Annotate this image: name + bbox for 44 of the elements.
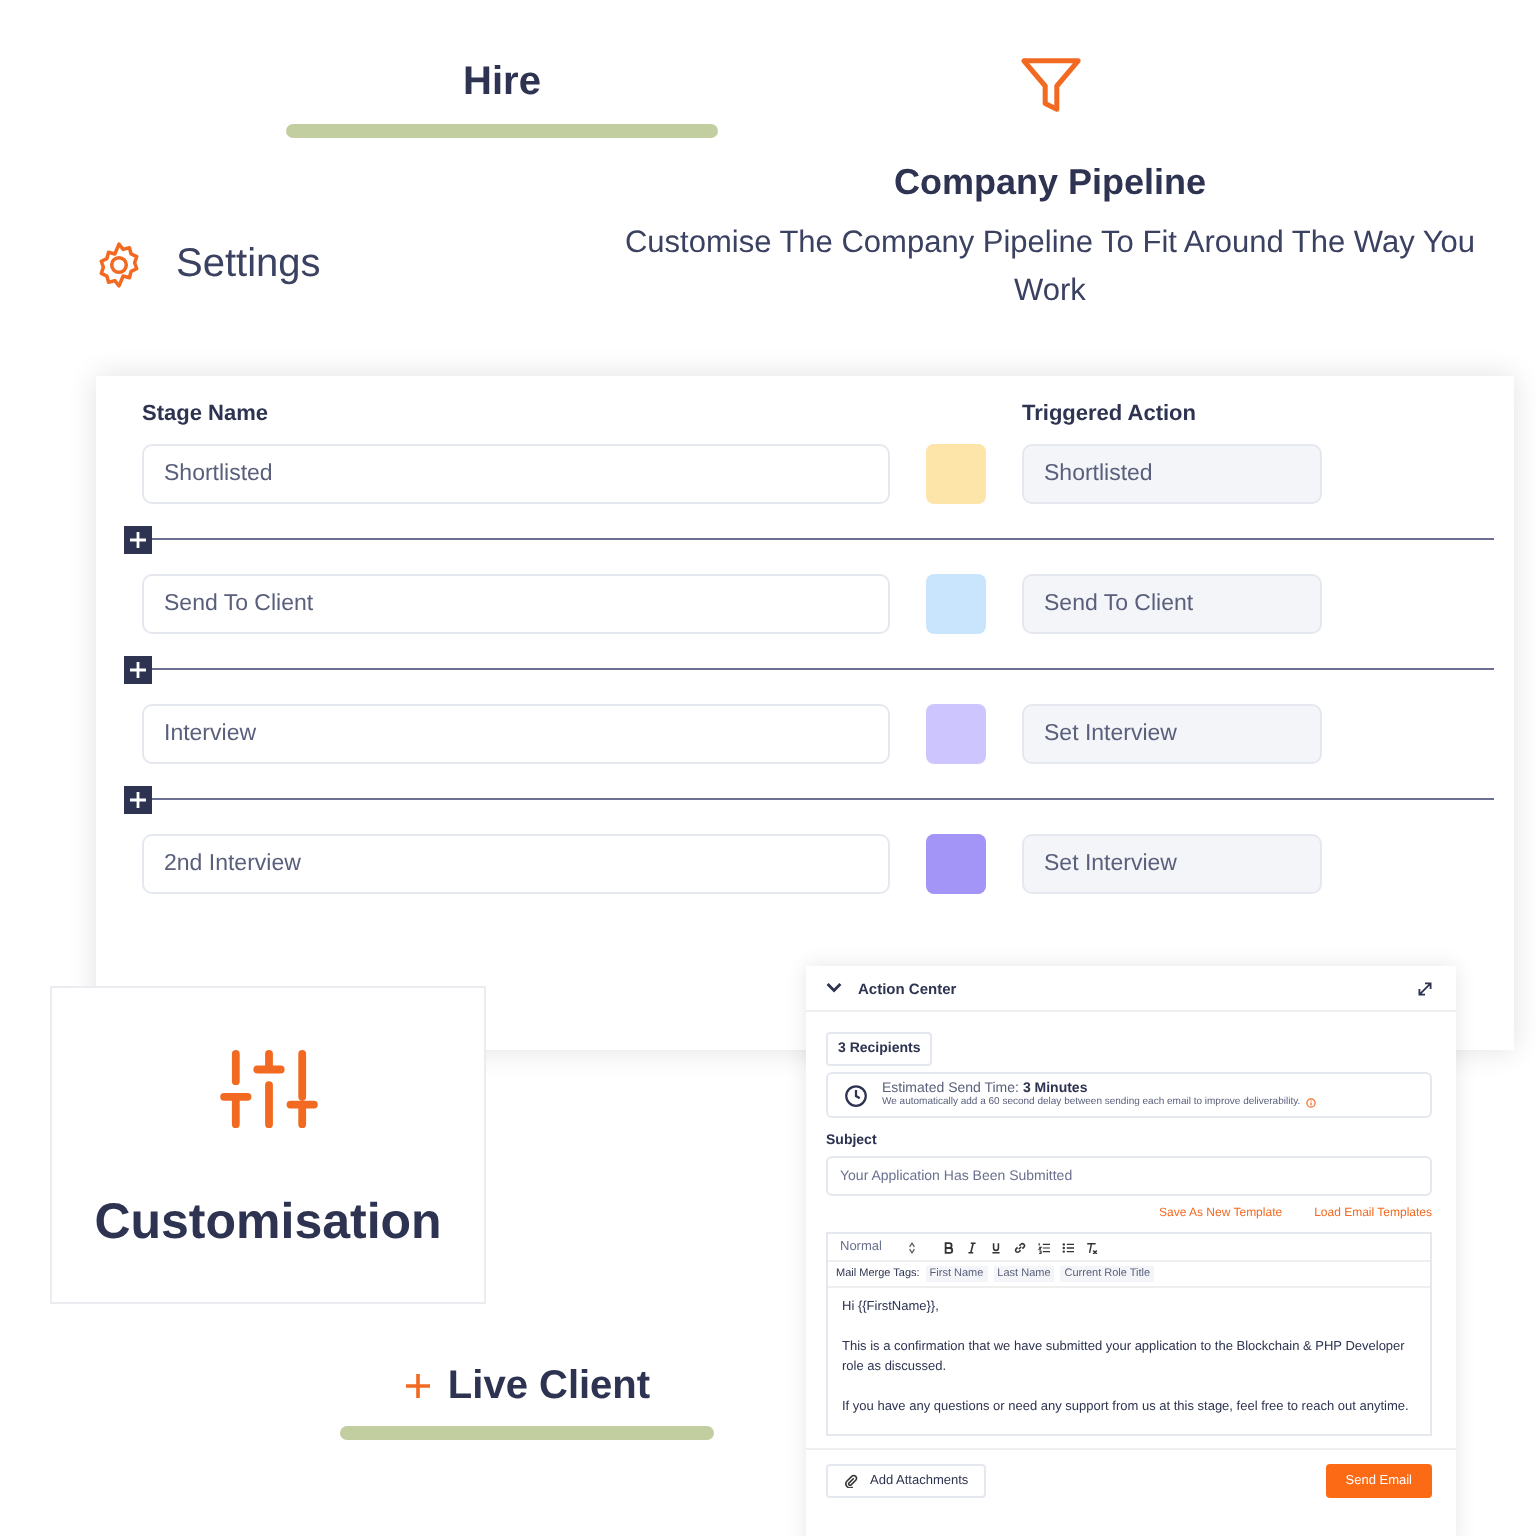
add-stage-button[interactable] <box>124 655 152 683</box>
stage-name-field[interactable]: 2nd Interview <box>142 834 890 894</box>
card-title: Customisation <box>94 1194 442 1252</box>
triggered-action-field[interactable]: Set Interview <box>1022 834 1322 894</box>
color-swatch[interactable] <box>926 574 986 634</box>
column-header: Triggered Action <box>1022 402 1198 426</box>
triggered-action-field[interactable]: Shortlisted <box>1022 444 1322 504</box>
sliders-icon <box>219 1048 317 1130</box>
chevron-down-icon[interactable] <box>826 982 842 994</box>
underline-icon[interactable] <box>989 1241 1002 1253</box>
plus-icon <box>403 1372 432 1400</box>
sort-icon[interactable] <box>905 1241 918 1253</box>
numbered-list-icon[interactable] <box>1037 1241 1050 1253</box>
paperclip-icon <box>844 1474 858 1488</box>
stage-name-field[interactable]: Interview <box>142 704 890 764</box>
stage-name-field[interactable]: Shortlisted <box>142 444 890 504</box>
gear-icon <box>94 240 144 290</box>
color-swatch[interactable] <box>926 704 986 764</box>
column-header: Stage Name <box>142 402 270 426</box>
tab[interactable]: Hire <box>463 56 541 108</box>
triggered-action-field[interactable]: Set Interview <box>1022 704 1322 764</box>
triggered-action-field[interactable]: Send To Client <box>1022 574 1322 634</box>
tab[interactable]: Live Client <box>403 1360 651 1412</box>
clear-format-icon[interactable] <box>1085 1241 1098 1253</box>
stage-name-field[interactable]: Send To Client <box>142 574 890 634</box>
bullet-list-icon[interactable] <box>1061 1241 1074 1253</box>
expand-icon[interactable] <box>1418 981 1432 995</box>
plus-icon <box>128 789 148 809</box>
bold-icon[interactable] <box>941 1241 954 1253</box>
plus-icon <box>128 529 148 549</box>
info-icon <box>1306 1097 1317 1107</box>
settings-label: Settings <box>176 242 321 288</box>
feature-description: Customise The Company Pipeline To Fit Around The Way You Work <box>622 224 1478 312</box>
funnel-icon <box>1019 56 1081 116</box>
clock-icon <box>844 1083 868 1107</box>
feature-title: Company Pipeline <box>893 162 1207 204</box>
color-swatch[interactable] <box>926 444 986 504</box>
link-icon[interactable] <box>1013 1241 1026 1253</box>
italic-icon[interactable] <box>965 1241 978 1253</box>
add-stage-button[interactable] <box>124 785 152 813</box>
plus-icon <box>128 659 148 679</box>
email-editor[interactable] <box>826 1232 1432 1436</box>
color-swatch[interactable] <box>926 834 986 894</box>
add-stage-button[interactable] <box>124 525 152 553</box>
